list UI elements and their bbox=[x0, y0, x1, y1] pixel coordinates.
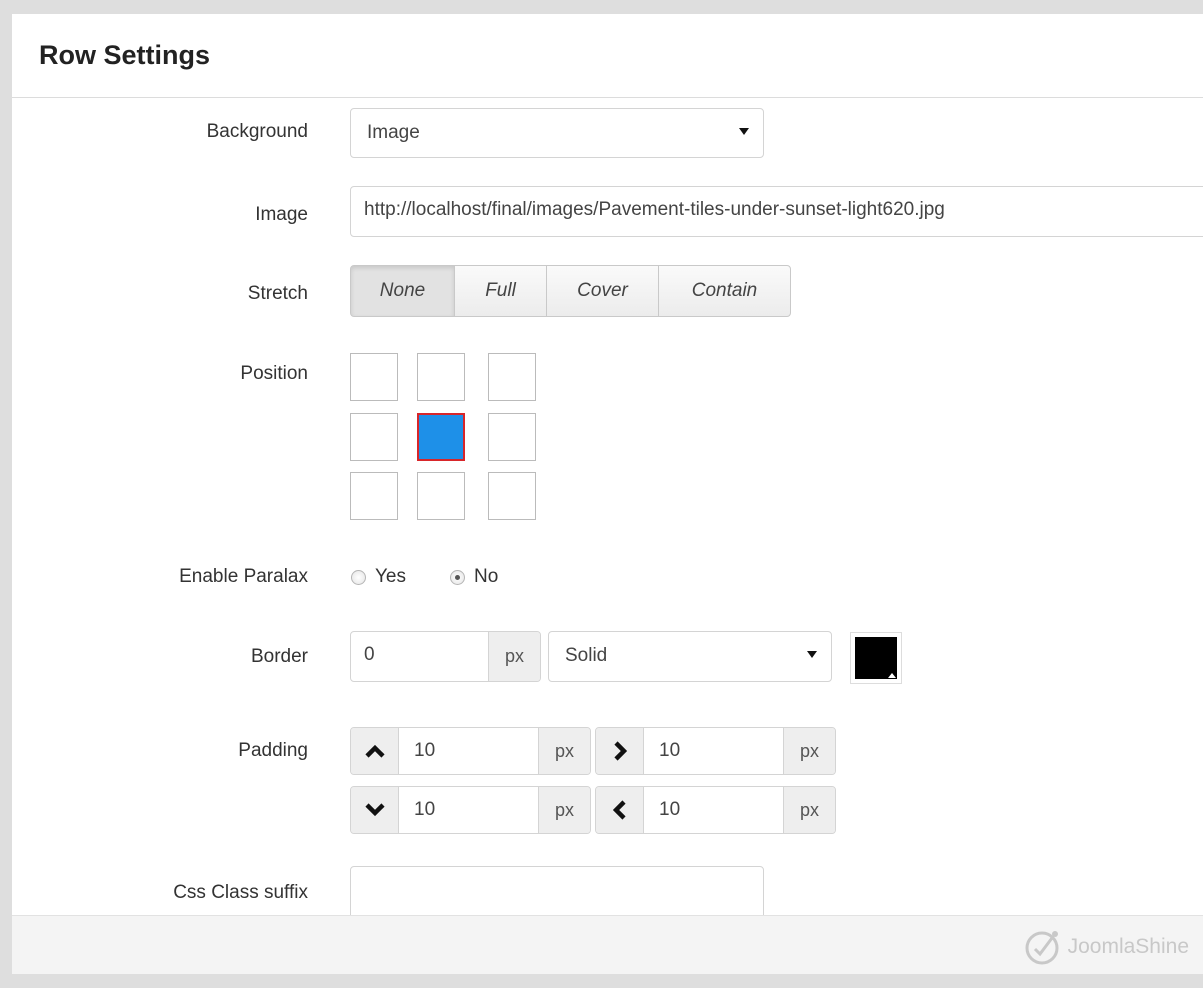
parallax-yes-label: Yes bbox=[375, 566, 406, 587]
padding-top-group: 10 px bbox=[350, 727, 591, 775]
padding-bottom-unit: px bbox=[538, 787, 590, 833]
row-settings-panel: Row Settings Background Image Image http… bbox=[12, 14, 1203, 974]
padding-right-group: 10 px bbox=[595, 727, 836, 775]
parallax-no-label: No bbox=[474, 566, 499, 587]
image-label: Image bbox=[255, 204, 308, 225]
chevron-right-icon bbox=[596, 728, 644, 774]
border-style-value: Solid bbox=[565, 645, 608, 666]
position-cell-bottom-left[interactable] bbox=[350, 472, 398, 520]
panel-header: Row Settings bbox=[12, 14, 1203, 98]
panel-footer: JoomlaShine bbox=[12, 915, 1203, 974]
position-cell-bottom-center[interactable] bbox=[417, 472, 465, 520]
position-cell-top-right[interactable] bbox=[488, 353, 536, 401]
padding-left-group: 10 px bbox=[595, 786, 836, 834]
caret-down-icon bbox=[807, 651, 817, 658]
chevron-down-icon bbox=[351, 787, 399, 833]
padding-right-unit: px bbox=[783, 728, 835, 774]
padding-left-unit: px bbox=[783, 787, 835, 833]
joomlashine-watermark: JoomlaShine bbox=[1024, 928, 1189, 966]
css-suffix-input[interactable] bbox=[350, 866, 764, 922]
background-select[interactable]: Image bbox=[350, 108, 764, 158]
border-width-value[interactable]: 0 bbox=[364, 644, 375, 666]
position-cell-top-left[interactable] bbox=[350, 353, 398, 401]
image-url-input[interactable]: http://localhost/final/images/Pavement-t… bbox=[350, 186, 1203, 237]
padding-bottom-value[interactable]: 10 bbox=[414, 799, 435, 821]
border-color-picker[interactable] bbox=[850, 632, 902, 684]
stretch-none-button[interactable]: None bbox=[350, 265, 455, 317]
padding-label: Padding bbox=[238, 740, 308, 761]
stretch-label: Stretch bbox=[247, 283, 308, 304]
padding-top-unit: px bbox=[538, 728, 590, 774]
stretch-cover-button[interactable]: Cover bbox=[546, 265, 659, 317]
chevron-left-icon bbox=[596, 787, 644, 833]
picker-arrow-icon bbox=[888, 673, 896, 678]
stretch-full-button[interactable]: Full bbox=[454, 265, 547, 317]
page-title: Row Settings bbox=[39, 40, 211, 70]
border-label: Border bbox=[250, 646, 308, 667]
css-suffix-label: Css Class suffix bbox=[173, 882, 308, 903]
joomlashine-logo-icon bbox=[1025, 931, 1059, 965]
border-width-input-group: 0 px bbox=[350, 631, 541, 682]
stretch-contain-button[interactable]: Contain bbox=[658, 265, 791, 317]
position-cell-middle-center[interactable] bbox=[417, 413, 465, 461]
background-label: Background bbox=[206, 121, 308, 142]
parallax-yes-radio[interactable] bbox=[351, 570, 366, 585]
position-cell-bottom-right[interactable] bbox=[488, 472, 536, 520]
image-url-value: http://localhost/final/images/Pavement-t… bbox=[364, 199, 945, 220]
position-label: Position bbox=[240, 363, 308, 384]
position-cell-middle-left[interactable] bbox=[350, 413, 398, 461]
position-cell-top-center[interactable] bbox=[417, 353, 465, 401]
border-unit-addon: px bbox=[488, 632, 540, 681]
border-style-select[interactable]: Solid bbox=[548, 631, 832, 682]
padding-bottom-group: 10 px bbox=[350, 786, 591, 834]
position-cell-middle-right[interactable] bbox=[488, 413, 536, 461]
joomlashine-brand-text: JoomlaShine bbox=[1067, 935, 1189, 958]
caret-down-icon bbox=[739, 128, 749, 135]
padding-left-value[interactable]: 10 bbox=[659, 799, 680, 821]
parallax-label: Enable Paralax bbox=[179, 566, 308, 587]
padding-right-value[interactable]: 10 bbox=[659, 740, 680, 762]
stretch-button-group: None Full Cover Contain bbox=[350, 265, 791, 317]
padding-top-value[interactable]: 10 bbox=[414, 740, 435, 762]
chevron-up-icon bbox=[351, 728, 399, 774]
background-select-value: Image bbox=[367, 122, 420, 143]
parallax-no-radio[interactable] bbox=[450, 570, 465, 585]
